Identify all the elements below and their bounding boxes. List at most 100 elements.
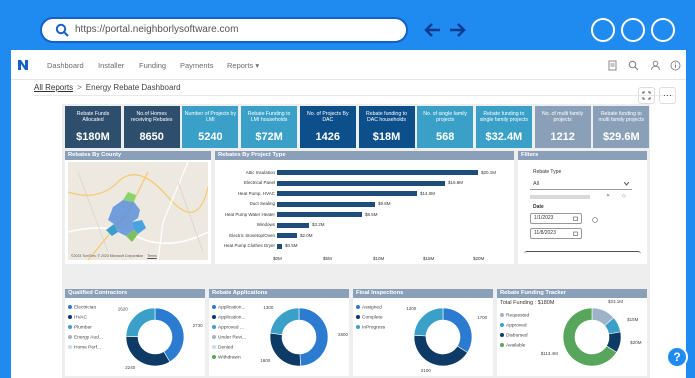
kpi-value: 1212 [550, 131, 575, 143]
bar-category-label: Windows [256, 222, 275, 227]
donut-value-label: 1700 [477, 315, 488, 320]
bar-category-label: Electric Stovetop/Oven [229, 232, 275, 238]
neighborly-logo-icon[interactable] [17, 59, 29, 71]
donut-value-label: 1600 [260, 358, 271, 363]
donut-slice[interactable] [125, 335, 171, 367]
kpi-tile: Number of Projects by LMI 5240 [182, 106, 239, 148]
forward-arrow-icon[interactable] [448, 21, 466, 39]
app-window: Dashboard Installer Funding Payments Rep… [11, 50, 686, 378]
donut-slice[interactable] [125, 307, 156, 337]
nav-dashboard[interactable]: Dashboard [47, 61, 84, 70]
date-label: Date [533, 204, 544, 210]
kpi-value: $18M [372, 131, 401, 143]
breadcrumb-all-reports[interactable]: All Reports [34, 83, 73, 92]
kpi-value: 568 [436, 131, 455, 143]
url-bar[interactable]: https://portal.neighborlysoftware.com [40, 17, 408, 43]
bar[interactable] [277, 191, 417, 196]
donut-value-label: $20M [630, 340, 642, 345]
kpi-tile: No.of Homes receiving Rebates 8650 [123, 106, 180, 148]
donut-slice[interactable] [269, 307, 300, 336]
donut-value-label: 1200 [406, 306, 417, 311]
date-to-input[interactable]: 11/8/2023 [530, 228, 582, 239]
nav-installer[interactable]: Installer [98, 61, 124, 70]
user-icon[interactable] [650, 60, 661, 71]
date-to-value: 11/8/2023 [534, 230, 556, 236]
county-map[interactable] [68, 162, 208, 260]
window-button-1[interactable] [591, 18, 615, 42]
calendar-icon [573, 216, 578, 221]
x-tick-label: $0M [273, 256, 282, 261]
donut-value-label: 1300 [263, 305, 274, 310]
date-from-value: 1/1/2023 [534, 215, 554, 221]
bar[interactable] [277, 170, 478, 175]
donut-value-label: $15M [627, 317, 639, 322]
donut-slice[interactable] [413, 307, 444, 337]
donut-value-label: 2730 [193, 323, 204, 328]
bar-value-label: $16.8M [448, 180, 464, 185]
search-icon[interactable] [628, 60, 639, 71]
nav-reports[interactable]: Reports ▾ [227, 61, 259, 70]
kpi-value: 5240 [198, 131, 223, 143]
kpi-tile: Rebate Funds Allocated $180M [65, 106, 121, 148]
info-icon[interactable] [670, 60, 681, 71]
bar[interactable] [277, 243, 282, 249]
kpi-value: $32.4M [485, 131, 523, 143]
bar-value-label: $14.0M [420, 190, 436, 196]
rebate-type-select[interactable]: All [530, 179, 632, 190]
bar-category-label: Heat Pump, HVAC [237, 190, 275, 196]
eraser-icon[interactable]: ◇ [622, 193, 626, 199]
kpi-label: Rebate Funding to LMI households [247, 111, 291, 123]
breadcrumb-current: Energy Rebate Dashboard [85, 83, 181, 92]
expand-button[interactable] [638, 87, 655, 104]
kpi-value: 8650 [139, 131, 164, 143]
bar-category-label: Heat Pump Water Heater [224, 211, 275, 217]
project-type-card: Rebates By Project Type Attic Insulation… [215, 151, 514, 264]
bar-category-label: Duct Sealing [249, 201, 275, 206]
date-range-slider[interactable] [524, 251, 641, 257]
bar[interactable] [277, 222, 309, 228]
filter-slider[interactable] [530, 195, 590, 199]
bar-value-label: $9.8M [378, 201, 391, 206]
document-icon[interactable] [607, 60, 618, 71]
donut-value-label: 1620 [118, 306, 129, 311]
bar-value-label: $8.5M [365, 211, 378, 217]
expand-icon [642, 91, 651, 100]
rebate-type-label: Rebate Type [533, 169, 562, 175]
clear-filter-icon[interactable]: ✕ [606, 193, 610, 199]
date-from-input[interactable]: 1/1/2023 [530, 213, 582, 224]
kpi-tile: No. of single family projects 568 [417, 106, 474, 148]
bar[interactable] [277, 180, 445, 186]
kpi-value: $180M [76, 131, 110, 143]
project-type-title: Rebates By Project Type [215, 151, 514, 160]
kpi-label: Rebate funding to single family projects [479, 111, 528, 123]
breadcrumb: All Reports > Energy Rebate Dashboard [34, 83, 181, 92]
donut-slice[interactable] [269, 332, 301, 367]
map-attribution-text: ©2023 TomTom, © 2023 Microsoft Corporati… [71, 254, 144, 258]
rebate-type-value: All [533, 181, 540, 187]
kpi-label: Rebate Funds Allocated [76, 111, 110, 123]
map-terms-link[interactable]: Terms [147, 254, 157, 258]
nav-payments[interactable]: Payments [180, 61, 213, 70]
donut-slice[interactable] [298, 307, 329, 367]
bar[interactable] [277, 201, 375, 207]
donut-value-label: 2100 [421, 368, 432, 373]
kpi-label: No. of Projects By DAC [307, 111, 349, 123]
window-button-3[interactable] [651, 18, 675, 42]
project-type-bar-chart: Attic Insulation $20.1M Electrical Panel $1… [215, 160, 514, 264]
bar[interactable] [277, 233, 297, 238]
back-arrow-icon[interactable] [424, 21, 442, 39]
kpi-label: Rebate funding to multi family projects [598, 111, 645, 123]
kpi-label: Rebate funding to DAC households [366, 111, 407, 123]
kpi-tile: Rebate funding to multi family projects $… [593, 106, 650, 148]
more-options-button[interactable]: ⋯ [659, 87, 676, 104]
help-button[interactable]: ? [666, 346, 688, 368]
donut-svg: 2730 2240 1620 [118, 306, 204, 369]
contractors-card: Qualified Contractors Electrician HVAC Plu… [65, 289, 205, 376]
bar-value-label: $2.0M [300, 232, 313, 238]
radio-icon[interactable] [592, 217, 598, 223]
donut-value-label: $113.4M [541, 351, 558, 356]
bar[interactable] [277, 212, 362, 217]
nav-funding[interactable]: Funding [139, 61, 166, 70]
donut-slice[interactable] [413, 334, 468, 367]
window-button-2[interactable] [621, 18, 645, 42]
